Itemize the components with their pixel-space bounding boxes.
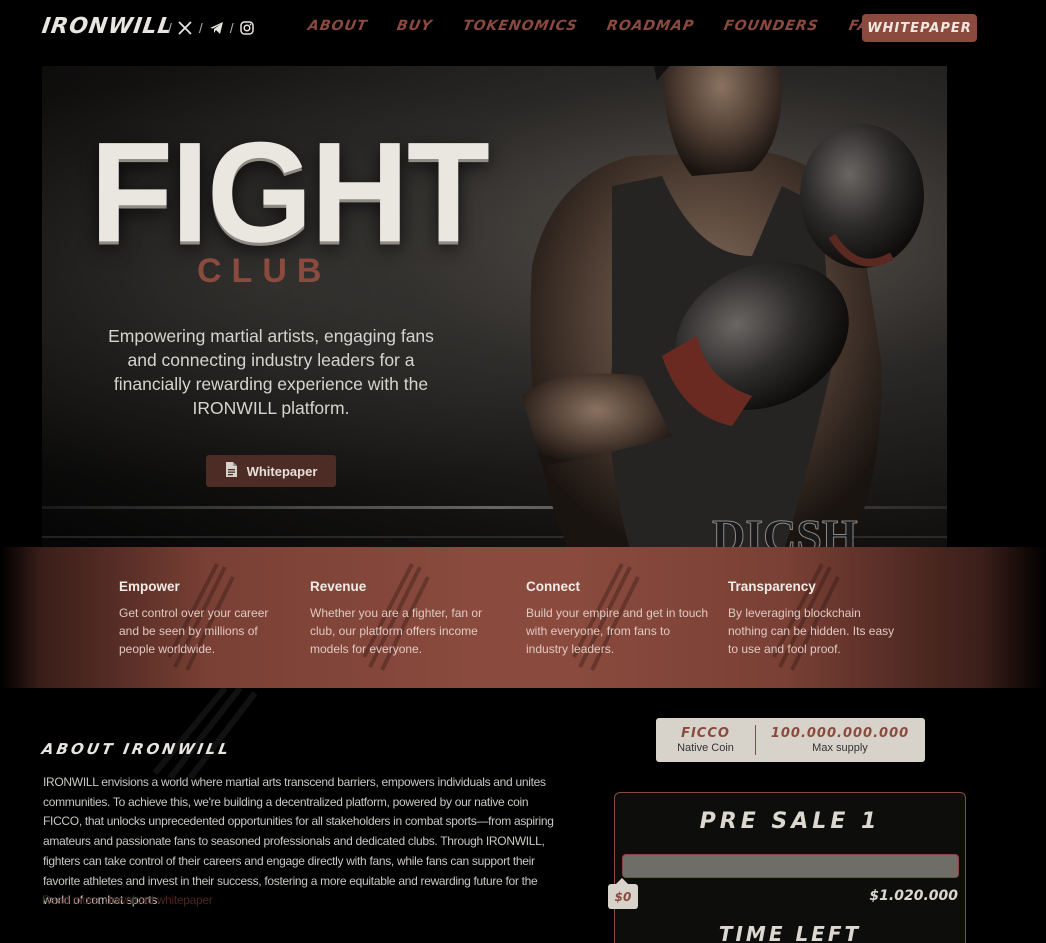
presale-goal: $1.020.000 — [869, 888, 958, 904]
presale-title: PRE SALE 1 — [699, 809, 881, 834]
document-icon — [225, 461, 238, 481]
feature-title: Transparency — [728, 579, 816, 594]
coin-name-cell: FICCO Native Coin — [656, 718, 755, 762]
feature-transparency: Transparency By leveraging blockchain no… — [728, 579, 903, 658]
about-body: IRONWILL envisions a world where martial… — [43, 775, 554, 908]
separator: / — [168, 19, 172, 36]
hero-headline: FIGHT — [90, 112, 490, 272]
shorts-text: DICSH — [712, 510, 858, 548]
presale-panel: PRE SALE 1 $0 $1.020.000 TIME LEFT — [608, 792, 966, 943]
whitepaper-button[interactable]: Whitepaper — [206, 455, 336, 487]
main-menu: ABOUT BUY TOKENOMICS ROADMAP FOUNDERS FA… — [307, 18, 912, 34]
feature-empower: Empower Get control over your career and… — [119, 579, 279, 658]
instagram-icon[interactable] — [239, 19, 256, 36]
coin-supply: 100.000.000.000 — [770, 726, 910, 741]
feature-text: Get control over your career and be seen… — [119, 606, 269, 656]
feature-text: Build your empire and get in touch with … — [526, 606, 709, 656]
coin-supply-cell: 100.000.000.000 Max supply — [756, 718, 924, 762]
whitepaper-nav-button[interactable]: WHITEPAPER — [862, 14, 977, 42]
menu-item-buy[interactable]: BUY — [396, 18, 434, 34]
menu-item-roadmap[interactable]: ROADMAP — [606, 18, 696, 34]
fighter-image: DICSH — [522, 66, 924, 548]
menu-item-tokenomics[interactable]: TOKENOMICS — [461, 18, 578, 34]
feature-text: Whether you are a fighter, fan or club, … — [310, 606, 483, 656]
time-left-title: TIME LEFT — [718, 922, 862, 943]
features-band: Empower Get control over your career and… — [0, 547, 1046, 688]
feature-title: Connect — [526, 579, 580, 594]
social-links: / / / — [168, 19, 256, 36]
presale-progress-bar — [622, 854, 959, 878]
hero-tagline: Empowering martial artists, engaging fan… — [108, 326, 434, 418]
logo[interactable]: IRONWILL — [40, 14, 174, 39]
raised-amount-badge: $0 — [608, 878, 638, 909]
feature-title: Revenue — [310, 579, 367, 594]
coin-name-label: Native Coin — [677, 742, 734, 754]
hero-banner: DICSH FIGHT CLUB Empowering martial arti… — [42, 66, 947, 548]
separator: / — [198, 19, 203, 36]
menu-item-founders[interactable]: FOUNDERS — [723, 18, 820, 34]
feature-revenue: Revenue Whether you are a fighter, fan o… — [310, 579, 485, 658]
about-title: ABOUT IRONWILL — [40, 740, 233, 758]
menu-item-about[interactable]: ABOUT — [307, 18, 369, 34]
coin-name: FICCO — [681, 726, 730, 741]
telegram-icon[interactable] — [208, 19, 225, 36]
coin-supply-label: Max supply — [812, 742, 868, 754]
whitepaper-button-label: Whitepaper — [246, 463, 318, 479]
feature-title: Empower — [119, 579, 180, 594]
x-icon[interactable] — [177, 19, 194, 36]
coin-info-box: FICCO Native Coin 100.000.000.000 Max su… — [656, 718, 925, 762]
claw-mark-decoration — [152, 688, 258, 778]
hero-subheadline: CLUB — [197, 252, 332, 290]
feature-text: By leveraging blockchain nothing can be … — [728, 606, 895, 656]
separator: / — [229, 19, 234, 36]
feature-connect: Connect Build your empire and get in tou… — [526, 579, 711, 658]
read-more-link[interactable]: Read more, download whitepaper — [42, 893, 213, 907]
top-nav: IRONWILL / / / ABOUT BUY TOKENOMICS ROAD… — [0, 0, 1046, 56]
